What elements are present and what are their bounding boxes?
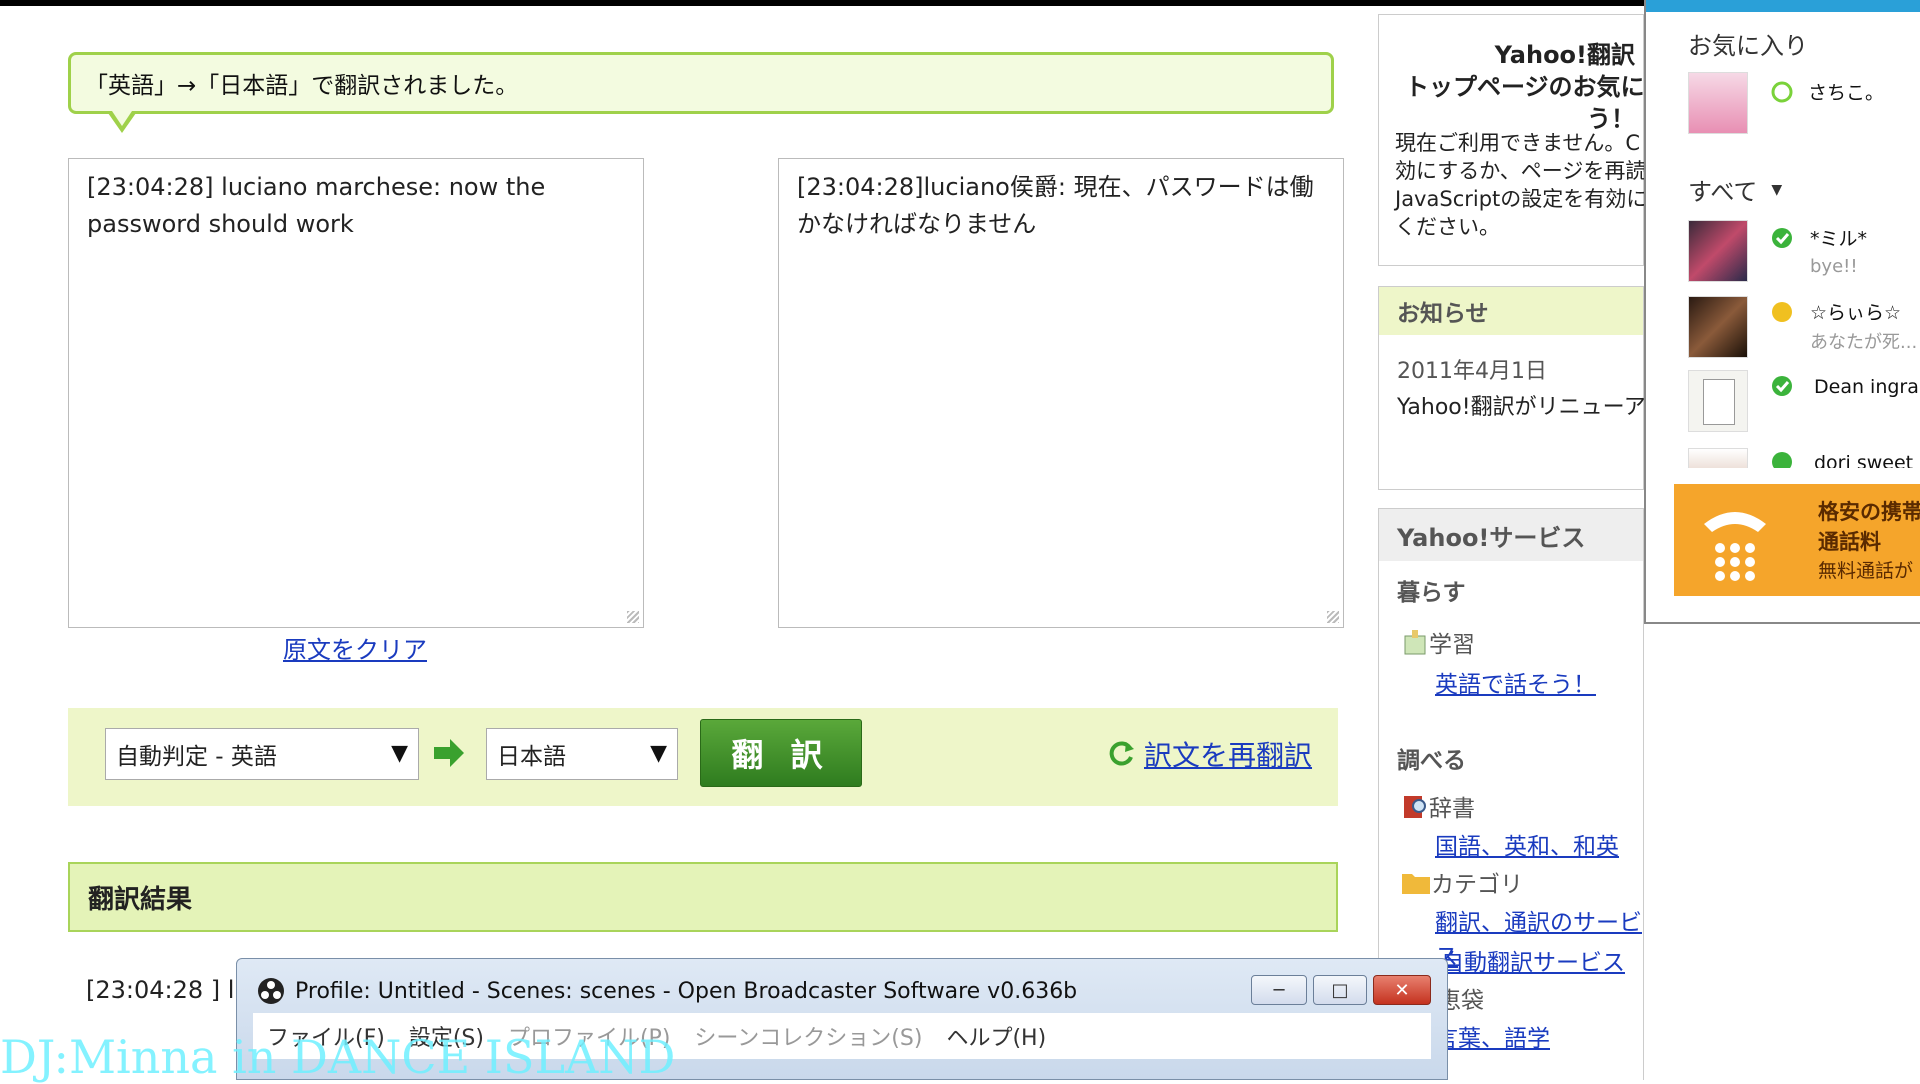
avatar[interactable]: [1688, 220, 1748, 282]
category-live: 暮らす: [1397, 580, 1466, 606]
obs-window-title: Profile: Untitled - Scenes: scenes - Ope…: [295, 979, 1078, 1004]
link-dictionary[interactable]: 国語、英和、和英: [1435, 827, 1619, 861]
buddy-name[interactable]: さちこ。: [1808, 78, 1884, 105]
promo-box: Yahoo!翻訳 トップページのお気に う！ 現在ご利用できません。C 効にする…: [1378, 14, 1647, 266]
target-language-value: 日本語: [497, 744, 566, 770]
buddy-name: dori sweet: [1814, 452, 1914, 468]
service-dictionary: 辞書: [1401, 789, 1475, 823]
target-textarea[interactable]: [23:04:28]luciano侯爵: 現在、パスワードは働かなければなりませ…: [778, 158, 1344, 628]
avatar[interactable]: [1688, 296, 1748, 358]
buddy-row[interactable]: dori sweet: [1646, 440, 1920, 468]
dropdown-caret-icon: ▼: [391, 741, 408, 766]
service-dictionary-label: 辞書: [1429, 796, 1475, 822]
services-header: Yahoo!サービス: [1379, 509, 1643, 561]
away-status-icon: [1772, 302, 1792, 322]
dictionary-icon: [1404, 796, 1426, 818]
promo-body-line: 現在ご利用できません。C: [1395, 131, 1641, 155]
top-black-bar: [0, 0, 1920, 6]
online-status-icon: [1771, 81, 1793, 103]
right-arrow-icon: [434, 739, 464, 767]
source-text: [23:04:28] luciano marchese: now the pas…: [87, 173, 546, 238]
close-button[interactable]: ✕: [1373, 975, 1431, 1005]
buddy-name[interactable]: ☆らぃら☆: [1810, 298, 1901, 325]
maximize-button[interactable]: □: [1313, 975, 1367, 1005]
retranslate-link[interactable]: 訳文を再翻訳: [1106, 734, 1312, 774]
ad-line-2: 通話料: [1818, 530, 1881, 554]
avatar[interactable]: [1688, 72, 1748, 134]
target-text: [23:04:28]luciano侯爵: 現在、パスワードは働かなければなりませ…: [797, 173, 1314, 238]
link-chiebukuro[interactable]: 言葉、語学: [1435, 1019, 1550, 1053]
source-language-select[interactable]: 自動判定 - 英語 ▼: [105, 728, 419, 780]
service-study-label: 学習: [1429, 632, 1475, 658]
translation-notice: 「英語」→「日本語」で翻訳されました。: [68, 52, 1334, 114]
target-language-select[interactable]: 日本語 ▼: [486, 728, 678, 780]
online-status-icon: [1772, 376, 1792, 396]
online-status-icon: [1772, 228, 1792, 248]
minimize-button[interactable]: ─: [1251, 975, 1307, 1005]
all-header-label: すべて: [1688, 178, 1758, 206]
news-header: お知らせ: [1379, 287, 1643, 335]
news-box: お知らせ 2011年4月1日 Yahoo!翻訳がリニューア: [1378, 286, 1646, 490]
promo-body: 現在ご利用できません。C 効にするか、ページを再読 JavaScriptの設定を…: [1395, 129, 1647, 241]
ad-banner[interactable]: 格安の携帯 通話料 無料通話が: [1674, 484, 1920, 596]
resize-grip[interactable]: [1327, 611, 1339, 623]
service-category-label: カテゴリ: [1431, 872, 1523, 898]
result-header-label: 翻訳結果: [88, 884, 193, 915]
promo-title-1: Yahoo!翻訳: [1494, 41, 1635, 69]
chevron-down-icon: ▼: [1771, 181, 1783, 198]
resize-grip[interactable]: [627, 611, 639, 623]
service-study: 学習: [1401, 625, 1475, 659]
obs-logo-icon: [258, 978, 284, 1004]
retranslate-label: 訳文を再翻訳: [1144, 739, 1313, 772]
favorites-header: お気に入り: [1688, 32, 1808, 60]
menu-scene-collection[interactable]: シーンコレクション(S): [694, 1020, 922, 1052]
promo-body-line: ください。: [1395, 215, 1500, 239]
folder-icon: [1402, 874, 1430, 894]
link-auto-translate[interactable]: 自動翻訳サービス: [1441, 943, 1625, 977]
promo-body-line: JavaScriptの設定を有効に: [1395, 187, 1648, 211]
avatar[interactable]: [1688, 370, 1748, 432]
clear-source-link[interactable]: 原文をクリア: [283, 630, 427, 665]
notice-text: 「英語」→「日本語」で翻訳されました。: [85, 73, 519, 99]
translation-controls: 自動判定 - 英語 ▼ 日本語 ▼ 翻 訳 訳文を再翻訳: [68, 708, 1338, 806]
source-textarea[interactable]: [23:04:28] luciano marchese: now the pas…: [68, 158, 644, 628]
overlay-watermark-text: DJ:Minna in DANCE ISLAND: [0, 1030, 676, 1084]
news-date: 2011年4月1日: [1397, 359, 1547, 384]
link-english[interactable]: 英語で話そう！: [1435, 665, 1596, 699]
translate-button[interactable]: 翻 訳: [700, 719, 862, 787]
phone-icon: [1704, 512, 1766, 581]
service-category: カテゴリ: [1401, 865, 1523, 899]
buddy-name[interactable]: *ミル*: [1810, 224, 1867, 251]
source-language-value: 自動判定 - 英語: [116, 744, 277, 770]
result-text: [23:04:28 ] lu: [86, 976, 250, 1004]
school-icon: [1404, 630, 1426, 655]
buddy-name[interactable]: Dean ingram: [1814, 376, 1920, 398]
category-search: 調べる: [1397, 748, 1466, 774]
buddy-status: あなたが死...: [1810, 332, 1918, 353]
buddy-status: bye!!: [1810, 256, 1858, 277]
news-text: Yahoo!翻訳がリニューア: [1397, 395, 1646, 420]
dropdown-caret-icon: ▼: [650, 741, 667, 766]
all-buddies-header[interactable]: すべて ▼: [1688, 172, 1782, 207]
ad-line-3: 無料通話が: [1818, 560, 1914, 582]
result-header: 翻訳結果: [68, 862, 1338, 932]
messenger-buddy-list: お気に入り さちこ。 すべて ▼ *ミル* bye!! ☆らぃら☆ あなたが死.…: [1644, 0, 1920, 624]
promo-body-line: 効にするか、ページを再読: [1395, 159, 1647, 183]
menu-help[interactable]: ヘルプ(H): [946, 1020, 1046, 1052]
promo-title-2: トップページのお気に: [1405, 73, 1645, 101]
refresh-icon: [1109, 741, 1134, 766]
avatar: [1688, 448, 1748, 468]
ad-line-1: 格安の携帯: [1818, 500, 1920, 524]
online-status-icon: [1772, 452, 1792, 468]
